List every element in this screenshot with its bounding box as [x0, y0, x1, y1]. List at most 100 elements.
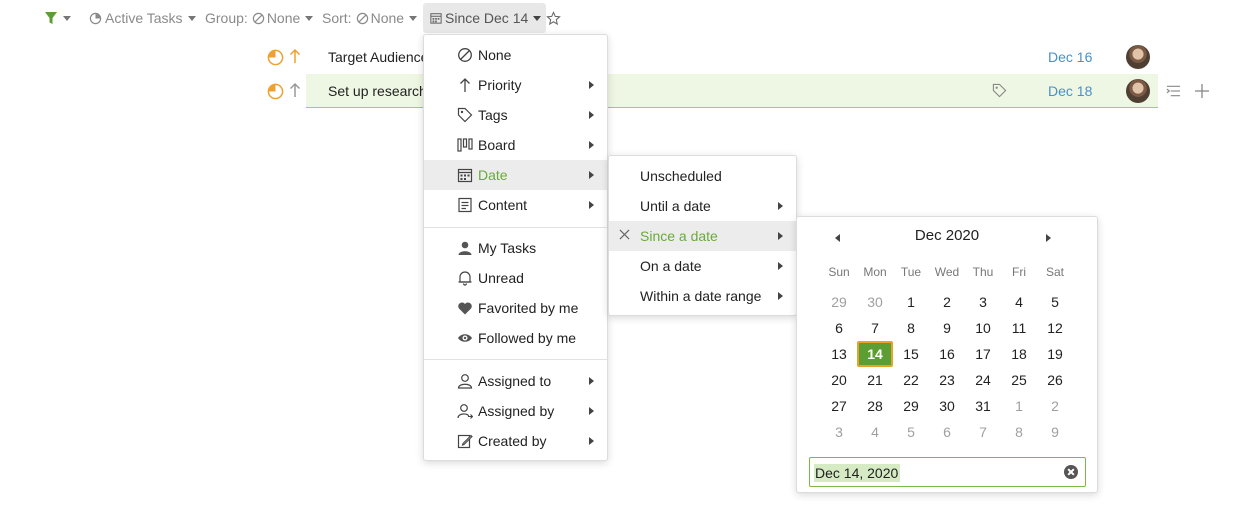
calendar-day[interactable]: 5	[1037, 289, 1073, 315]
menu-item-content[interactable]: Content	[424, 190, 607, 220]
calendar-day[interactable]: 20	[821, 367, 857, 393]
task-title[interactable]: Target Audience	[328, 49, 428, 65]
calendar-day[interactable]: 15	[893, 341, 929, 367]
avatar[interactable]	[1126, 45, 1150, 69]
menu-item-label: Followed by me	[478, 330, 577, 346]
calendar-day[interactable]: 29	[893, 393, 929, 419]
calendar-day[interactable]: 31	[965, 393, 1001, 419]
filter-button[interactable]	[44, 3, 71, 33]
menu-item-label: Since a date	[640, 228, 718, 244]
active-tasks-button[interactable]: Active Tasks	[89, 3, 196, 33]
menu-item-until-date[interactable]: Until a date	[609, 191, 796, 221]
calendar-day[interactable]: 12	[1037, 315, 1073, 341]
calendar-day[interactable]: 6	[929, 419, 965, 445]
menu-item-none[interactable]: None	[424, 40, 607, 70]
avatar[interactable]	[1126, 79, 1150, 103]
calendar-day[interactable]: 30	[929, 393, 965, 419]
menu-item-favorited[interactable]: Favorited by me	[424, 293, 607, 323]
group-button[interactable]: Group: None	[205, 3, 314, 33]
menu-item-followed[interactable]: Followed by me	[424, 323, 607, 353]
task-date[interactable]: Dec 18	[1048, 83, 1092, 99]
calendar-day[interactable]: 26	[1037, 367, 1073, 393]
menu-item-created-by[interactable]: Created by	[424, 426, 607, 456]
menu-item-date[interactable]: Date	[424, 160, 607, 190]
calendar-day[interactable]: 5	[893, 419, 929, 445]
menu-item-since-date[interactable]: Since a date	[609, 221, 796, 251]
calendar-day[interactable]: 2	[929, 289, 965, 315]
calendar-day[interactable]: 8	[1001, 419, 1037, 445]
menu-item-label: On a date	[640, 258, 702, 274]
menu-item-label: None	[478, 47, 512, 63]
calendar-day[interactable]: 17	[965, 341, 1001, 367]
menu-item-board[interactable]: Board	[424, 130, 607, 160]
calendar-day[interactable]: 22	[893, 367, 929, 393]
calendar-day[interactable]: 7	[965, 419, 1001, 445]
menu-item-unread[interactable]: Unread	[424, 263, 607, 293]
task-date[interactable]: Dec 16	[1048, 49, 1092, 65]
calendar-icon	[457, 168, 473, 183]
date-input[interactable]	[814, 464, 900, 482]
calendar-day[interactable]: 4	[1001, 289, 1037, 315]
calendar-day[interactable]: 28	[857, 393, 893, 419]
task-title[interactable]: Set up research	[328, 83, 427, 99]
eye-icon	[458, 334, 472, 342]
add-icon[interactable]	[1194, 83, 1210, 99]
menu-item-assigned-by[interactable]: Assigned by	[424, 396, 607, 426]
in-progress-icon[interactable]	[267, 83, 284, 100]
calendar-day[interactable]: 3	[965, 289, 1001, 315]
calendar-day[interactable]: 16	[929, 341, 965, 367]
sort-button[interactable]: Sort: None	[322, 3, 418, 33]
calendar-day[interactable]: 24	[965, 367, 1001, 393]
calendar-day[interactable]: 13	[821, 341, 857, 367]
calendar-day[interactable]: 27	[821, 393, 857, 419]
calendar-day[interactable]: 29	[821, 289, 857, 315]
menu-item-on-date[interactable]: On a date	[609, 251, 796, 281]
calendar-day[interactable]: 9	[929, 315, 965, 341]
calendar-day[interactable]: 21	[857, 367, 893, 393]
menu-item-unscheduled[interactable]: Unscheduled	[609, 161, 796, 191]
task-row[interactable]: Set up research Dec 18	[264, 74, 1214, 108]
calendar-day[interactable]: 30	[857, 289, 893, 315]
calendar-day[interactable]: 8	[893, 315, 929, 341]
menu-item-my-tasks[interactable]: My Tasks	[424, 233, 607, 263]
calendar-day[interactable]: 2	[1037, 393, 1073, 419]
favorite-button[interactable]	[546, 3, 561, 33]
date-input-field[interactable]	[809, 457, 1086, 487]
calendar-day-selected[interactable]: 14	[857, 341, 893, 367]
menu-item-tags[interactable]: Tags	[424, 100, 607, 130]
active-tasks-label: Active Tasks	[105, 10, 183, 26]
calendar-day[interactable]: 3	[821, 419, 857, 445]
task-row[interactable]: Target Audience Dec 16	[264, 40, 1214, 74]
calendar-day[interactable]: 4	[857, 419, 893, 445]
star-icon	[546, 10, 561, 25]
menu-item-assigned-to[interactable]: Assigned to	[424, 366, 607, 396]
next-month-icon[interactable]	[1046, 234, 1051, 242]
menu-item-label: Assigned to	[478, 373, 552, 389]
calendar-month-title: Dec 2020	[914, 227, 980, 244]
date-submenu: Unscheduled Until a date Since a date On…	[608, 155, 797, 316]
calendar-day[interactable]: 11	[1001, 315, 1037, 341]
calendar-day[interactable]: 9	[1037, 419, 1073, 445]
none-icon	[458, 48, 472, 62]
calendar-day[interactable]: 18	[1001, 341, 1037, 367]
calendar-day[interactable]: 6	[821, 315, 857, 341]
menu-item-priority[interactable]: Priority	[424, 70, 607, 100]
calendar-day[interactable]: 7	[857, 315, 893, 341]
calendar-day[interactable]: 23	[929, 367, 965, 393]
calendar-day[interactable]: 19	[1037, 341, 1073, 367]
subtask-icon[interactable]	[1166, 84, 1181, 98]
calendar-day[interactable]: 1	[893, 289, 929, 315]
clear-icon[interactable]	[1064, 465, 1078, 479]
assigned-to-icon	[457, 374, 473, 389]
date-filter-button[interactable]: Since Dec 14	[423, 3, 547, 33]
calendar-day[interactable]: 25	[1001, 367, 1037, 393]
tag-icon[interactable]	[992, 83, 1007, 98]
menu-item-date-range[interactable]: Within a date range	[609, 281, 796, 311]
chevron-right-icon	[589, 171, 594, 179]
close-icon[interactable]	[619, 229, 630, 240]
calendar-day[interactable]: 10	[965, 315, 1001, 341]
in-progress-icon[interactable]	[267, 49, 284, 66]
menu-item-label: Unread	[478, 270, 524, 286]
calendar-day[interactable]: 1	[1001, 393, 1037, 419]
sort-prefix: Sort:	[322, 10, 352, 26]
